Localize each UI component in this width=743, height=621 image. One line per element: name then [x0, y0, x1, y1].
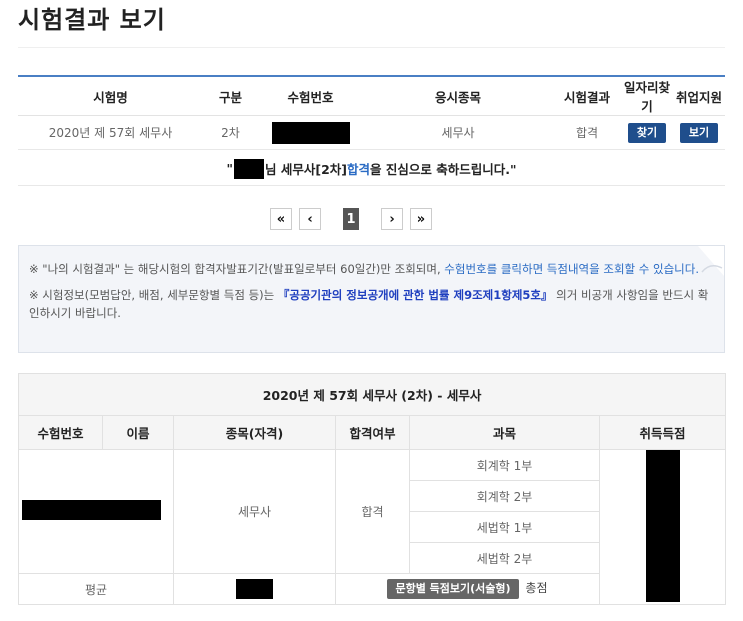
- redacted-average: [236, 579, 273, 599]
- redacted-exam-number[interactable]: [271, 121, 350, 144]
- redacted-scores: [646, 450, 680, 602]
- prev-page-button[interactable]: ‹: [299, 208, 321, 230]
- detail-col-exam-number: 수험번호: [18, 415, 103, 450]
- congrats-pass-word: 합격: [347, 162, 371, 177]
- col-exam-number: 수험번호: [258, 76, 363, 116]
- subject-item: 세법학 2부: [409, 542, 600, 574]
- title-divider: [18, 47, 725, 48]
- detail-col-pass: 합격여부: [335, 415, 410, 450]
- subject-item: 회계학 1부: [409, 449, 600, 481]
- score-detail-table: 2020년 제 57회 세무사 (2차) - 세무사 수험번호 이름 종목(자격…: [17, 373, 727, 605]
- col-result: 시험결과: [553, 76, 621, 116]
- detail-col-subject: 과목: [409, 415, 600, 450]
- employment-cell: 보기: [673, 115, 725, 150]
- question-score-button[interactable]: 문항별 득점보기(서술형): [387, 579, 519, 599]
- score-button-cell: 문항별 득점보기(서술형) 총점: [335, 573, 600, 605]
- table-row: 세무사 합격 회계학 1부: [18, 449, 727, 605]
- page-fold-icon: [698, 246, 724, 276]
- last-page-button[interactable]: »: [410, 208, 432, 230]
- average-label: 평균: [18, 573, 174, 605]
- page-title: 시험결과 보기: [18, 6, 166, 34]
- total-label: 총점: [525, 581, 548, 595]
- col-employment: 취업지원: [673, 76, 725, 116]
- notice-box: ※ "나의 시험결과" 는 해당시험의 합격자발표기간(발표일로부터 60일간)…: [18, 245, 725, 353]
- detail-header: 수험번호 이름 종목(자격) 합격여부 과목 취득득점: [18, 415, 727, 450]
- page-1-button[interactable]: 1: [343, 208, 359, 230]
- detail-pass: 합격: [335, 449, 410, 574]
- table-row: 2020년 제 57회 세무사 2차 세무사 합격 찾기 보기: [18, 115, 725, 150]
- notice-law-link[interactable]: 『공공기관의 정보공개에 관한 법률 제9조제1항제5호』: [278, 288, 553, 302]
- detail-scores: [598, 449, 727, 605]
- detail-col-name: 이름: [102, 415, 174, 450]
- congrats-message: " 님 세무사[2차] 합격 을 진심으로 축하드립니다.": [18, 152, 725, 186]
- congrats-text-a: 님 세무사[2차]: [265, 162, 347, 177]
- col-job-search: 일자리찾기: [621, 76, 673, 116]
- average-cell: [173, 573, 336, 605]
- col-exam-name: 시험명: [18, 76, 203, 116]
- first-page-button[interactable]: «: [270, 208, 292, 230]
- notice-score-link[interactable]: 수험번호를 클릭하면 득점내역을 조회할 수 있습니다.: [444, 262, 699, 276]
- detail-exam-number-name: [18, 449, 174, 574]
- notice-line-2: ※ 시험정보(모범답안, 배점, 세부문항별 득점 등)는 『공공기관의 정보공…: [29, 286, 714, 322]
- pagination: « ‹ 1 › »: [270, 208, 432, 230]
- subject-item: 세법학 1부: [409, 511, 600, 543]
- notice-line-2-text: ※ 시험정보(모범답안, 배점, 세부문항별 득점 등)는: [29, 288, 278, 302]
- exam-result: 합격: [553, 115, 621, 150]
- redacted-name: [234, 158, 265, 179]
- job-search-cell: 찾기: [621, 115, 673, 150]
- results-table: 시험명 구분 수험번호 응시종목 시험결과 일자리찾기 취업지원 2020년 제…: [18, 75, 725, 150]
- notice-line-1-text: ※ "나의 시험결과" 는 해당시험의 합격자발표기간(발표일로부터 60일간)…: [29, 262, 445, 276]
- next-page-button[interactable]: ›: [381, 208, 403, 230]
- notice-line-1: ※ "나의 시험결과" 는 해당시험의 합격자발표기간(발표일로부터 60일간)…: [29, 260, 714, 278]
- col-category: 응시종목: [363, 76, 553, 116]
- col-stage: 구분: [203, 76, 258, 116]
- detail-col-category: 종목(자격): [173, 415, 336, 450]
- subject-item: 회계학 2부: [409, 480, 600, 512]
- detail-category: 세무사: [173, 449, 336, 574]
- job-search-button[interactable]: 찾기: [627, 122, 667, 143]
- exam-number-cell[interactable]: [258, 115, 363, 150]
- detail-col-score: 취득득점: [598, 415, 727, 450]
- exam-category: 세무사: [363, 115, 553, 150]
- congrats-text-b: 을 진심으로 축하드립니다.": [370, 162, 517, 177]
- exam-name: 2020년 제 57회 세무사: [18, 115, 203, 150]
- congrats-quote: ": [226, 161, 234, 176]
- employment-support-button[interactable]: 보기: [679, 122, 719, 143]
- exam-stage: 2차: [203, 115, 258, 150]
- redacted-exam-number-name: [22, 500, 161, 520]
- detail-caption: 2020년 제 57회 세무사 (2차) - 세무사: [17, 373, 727, 416]
- results-header: 시험명 구분 수험번호 응시종목 시험결과 일자리찾기 취업지원: [18, 76, 725, 116]
